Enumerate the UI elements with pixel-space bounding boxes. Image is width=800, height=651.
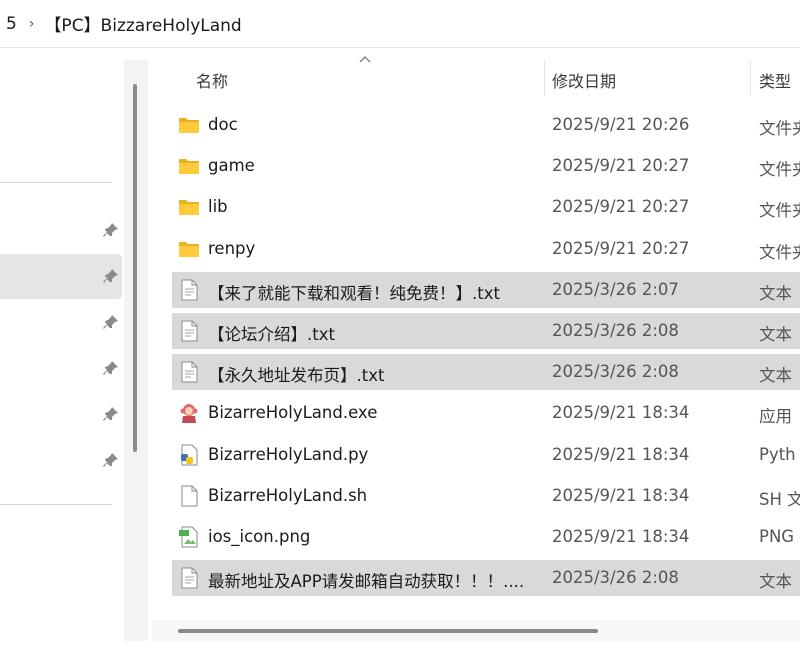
pin-icon[interactable] (102, 359, 120, 377)
breadcrumb-item-prev[interactable]: 5 (6, 14, 17, 34)
column-header-type[interactable]: 类型 (759, 68, 791, 92)
file-name: ios_icon.png (208, 527, 311, 546)
pin-icon[interactable] (102, 267, 120, 285)
folder-icon (178, 196, 200, 218)
file-type: 文本 (759, 325, 792, 344)
file-list: 名称 修改日期 类型 doc 2025/9/21 20:26 文件夹 game 2025… (152, 48, 800, 651)
file-type: 文本 (759, 366, 792, 386)
file-row[interactable]: lib 2025/9/21 20:27 文件夹 (172, 189, 800, 225)
file-type: Pyth (759, 444, 796, 464)
file-type: 文本 (759, 572, 792, 592)
file-type: 文件夹 (759, 201, 800, 221)
file-date-modified: 2025/9/21 20:27 (552, 156, 690, 176)
file-row[interactable]: 【来了就能下载和观看！纯免费！】.txt 2025/3/26 2:07 文本 (172, 271, 800, 308)
column-header: 名称 修改日期 类型 (152, 48, 800, 108)
navigation-pane (0, 48, 124, 651)
image-file-icon (178, 526, 200, 548)
file-name: game (208, 156, 255, 176)
file-name: 【永久地址发布页】.txt (208, 366, 385, 386)
folder-icon (178, 114, 200, 136)
file-type: 文件夹 (759, 242, 800, 262)
file-row[interactable]: 【论坛介绍】.txt 2025/3/26 2:08 文本 (172, 313, 800, 349)
file-type: 文本 (759, 283, 792, 303)
nav-divider (0, 504, 112, 505)
file-name: 最新地址及APP请发邮箱自动获取！！！.... (208, 572, 525, 592)
pin-icon[interactable] (102, 313, 120, 331)
file-name: BizarreHolyLand.exe (208, 403, 378, 423)
file-date-modified: 2025/9/21 18:34 (552, 527, 690, 546)
breadcrumb: 5 › 【PC】BizzareHolyLand (0, 0, 800, 48)
file-date-modified: 2025/9/21 20:27 (552, 238, 690, 258)
file-date-modified: 2025/9/21 20:27 (552, 197, 690, 217)
file-type: PNG (759, 527, 795, 546)
column-divider[interactable] (544, 60, 545, 96)
pin-icon[interactable] (102, 451, 120, 469)
file-row[interactable]: game 2025/9/21 20:27 文件夹 (172, 148, 800, 184)
file-date-modified: 2025/9/21 20:26 (552, 115, 690, 134)
file-type: SH 文 (759, 489, 800, 509)
text-file-icon (178, 320, 200, 342)
app-exe-icon (178, 402, 200, 424)
file-name: doc (208, 115, 238, 134)
text-file-icon (178, 279, 200, 301)
python-file-icon (178, 444, 200, 466)
pin-icon[interactable] (102, 405, 120, 423)
horizontal-scrollbar-thumb[interactable] (178, 629, 598, 633)
breadcrumb-chevron-icon[interactable]: › (29, 16, 35, 32)
blank-file-icon (178, 485, 200, 507)
file-date-modified: 2025/3/26 2:08 (552, 321, 679, 340)
text-file-icon (178, 567, 200, 589)
nav-scrollbar-thumb[interactable] (133, 84, 137, 452)
file-name: renpy (208, 238, 256, 258)
file-date-modified: 2025/3/26 2:08 (552, 362, 679, 382)
file-date-modified: 2025/9/21 18:34 (552, 403, 690, 423)
file-date-modified: 2025/3/26 2:08 (552, 568, 679, 588)
file-type: 应用 (759, 407, 792, 427)
file-name: lib (208, 197, 228, 217)
file-date-modified: 2025/9/21 18:34 (552, 444, 690, 464)
file-row[interactable]: BizarreHolyLand.py 2025/9/21 18:34 Pyth (172, 437, 800, 473)
file-row[interactable]: 【永久地址发布页】.txt 2025/3/26 2:08 文本 (172, 354, 800, 391)
nav-divider (0, 182, 112, 183)
file-name: BizarreHolyLand.sh (208, 485, 368, 505)
file-row[interactable]: ios_icon.png 2025/9/21 18:34 PNG (172, 519, 800, 555)
file-row[interactable]: doc 2025/9/21 20:26 文件夹 (172, 107, 800, 143)
column-header-name[interactable]: 名称 (196, 68, 228, 92)
file-row[interactable]: BizarreHolyLand.sh 2025/9/21 18:34 SH 文 (172, 478, 800, 514)
file-date-modified: 2025/9/21 18:34 (552, 485, 690, 505)
column-header-date[interactable]: 修改日期 (552, 68, 616, 92)
text-file-icon (178, 361, 200, 383)
file-name: 【论坛介绍】.txt (208, 325, 335, 344)
file-name: 【来了就能下载和观看！纯免费！】.txt (208, 283, 500, 303)
breadcrumb-item-current[interactable]: 【PC】BizzareHolyLand (44, 11, 241, 36)
file-date-modified: 2025/3/26 2:07 (552, 279, 679, 299)
column-divider[interactable] (750, 60, 751, 96)
file-row[interactable]: BizarreHolyLand.exe 2025/9/21 18:34 应用 (172, 395, 800, 431)
pin-icon[interactable] (102, 221, 120, 239)
file-type: 文件夹 (759, 119, 800, 138)
chevron-up-icon (359, 56, 371, 63)
file-type: 文件夹 (759, 160, 800, 180)
file-row[interactable]: renpy 2025/9/21 20:27 文件夹 (172, 231, 800, 267)
file-name: BizarreHolyLand.py (208, 444, 369, 464)
folder-icon (178, 155, 200, 177)
file-row[interactable]: 最新地址及APP请发邮箱自动获取！！！.... 2025/3/26 2:08 文本 (172, 560, 800, 597)
folder-icon (178, 238, 200, 260)
